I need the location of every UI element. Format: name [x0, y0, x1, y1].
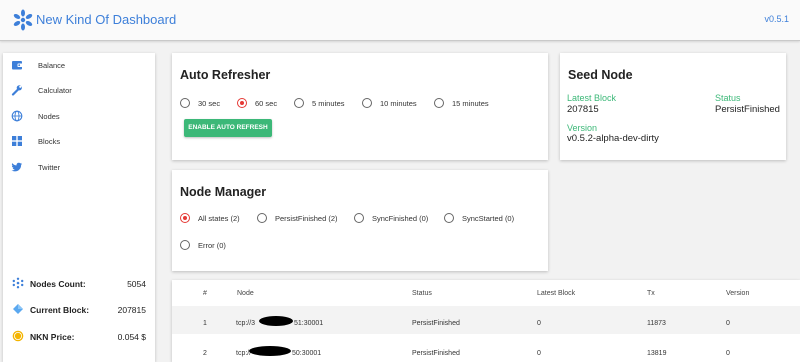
- radio-checked-icon: [237, 98, 247, 108]
- status-value: PersistFinished: [715, 104, 780, 115]
- radio-unchecked-icon: [180, 98, 190, 108]
- cell-node-suffix: 50:30001: [292, 350, 322, 357]
- column-header-index: #: [203, 290, 207, 297]
- sidebar-item-twitter[interactable]: Twitter: [3, 156, 155, 180]
- auto-refresher-card: Auto Refresher: [172, 53, 548, 160]
- radio-checked-icon: [180, 213, 190, 223]
- nodes-count-label: Nodes Count:: [30, 279, 86, 289]
- current-block-label: Current Block:: [30, 305, 90, 315]
- auto-refresher-title: Auto Refresher: [180, 68, 271, 82]
- radio-label: All states (2): [198, 214, 240, 223]
- coin-icon: [12, 330, 24, 342]
- radio-unchecked-icon: [434, 98, 444, 108]
- column-header-node: Node: [237, 290, 254, 297]
- cell-tx: 11873: [647, 320, 666, 327]
- globe-icon: [11, 110, 23, 122]
- sidebar-item-label: Blocks: [38, 137, 61, 146]
- app-version: v0.5.1: [764, 14, 789, 24]
- column-header-status: Status: [412, 290, 432, 297]
- wrench-icon: [11, 85, 22, 96]
- radio-label: PersistFinished (2): [275, 214, 338, 223]
- blocks-icon: [12, 136, 22, 146]
- app-title: New Kind Of Dashboard: [36, 12, 177, 27]
- radio-label: 10 minutes: [380, 99, 417, 108]
- nodes-count-stat: Nodes Count: 5054: [3, 275, 155, 293]
- wallet-icon: [12, 61, 23, 70]
- current-block-value: 207815: [117, 305, 146, 315]
- radio-label: 5 minutes: [312, 99, 345, 108]
- sidebar-item-label: Calculator: [38, 86, 72, 95]
- sidebar: Balance Calculator Nodes Blocks Twitter: [3, 53, 155, 362]
- radio-unchecked-icon: [444, 213, 454, 223]
- radio-label: 30 sec: [198, 99, 221, 108]
- cell-status: PersistFinished: [412, 320, 460, 327]
- version-value: v0.5.2-alpha-dev-dirty: [567, 133, 659, 144]
- cell-version: 0: [726, 350, 730, 357]
- column-header-latest-block: Latest Block: [537, 290, 576, 297]
- current-block-stat: Current Block: 207815: [3, 301, 155, 319]
- cell-version: 0: [726, 320, 730, 327]
- column-header-version: Version: [726, 290, 750, 297]
- sidebar-item-calculator[interactable]: Calculator: [3, 79, 155, 103]
- twitter-icon: [11, 162, 22, 172]
- radio-label: 15 minutes: [452, 99, 489, 108]
- seed-node-card: Seed Node Latest Block 207815 Status Per…: [560, 53, 786, 160]
- sidebar-item-label: Balance: [38, 61, 66, 70]
- cell-tx: 13819: [647, 350, 667, 357]
- top-app-bar: New Kind Of Dashboard v0.5.1: [0, 0, 800, 41]
- radio-label: SyncStarted (0): [462, 214, 515, 223]
- nkn-price-label: NKN Price:: [30, 332, 75, 342]
- nkn-price-value: 0.054 $: [117, 332, 146, 342]
- cell-index: 2: [203, 350, 207, 357]
- latest-block-value: 207815: [567, 104, 599, 115]
- nkn-logo-icon: [13, 9, 33, 31]
- cell-node-prefix: tcp://3: [236, 320, 256, 327]
- seed-node-title: Seed Node: [568, 68, 633, 82]
- radio-unchecked-icon: [354, 213, 364, 223]
- redaction-mark: [249, 346, 291, 356]
- cell-latest-block: 0: [537, 350, 541, 357]
- radio-label: Error (0): [198, 241, 226, 250]
- enable-auto-refresh-button[interactable]: ENABLE AUTO REFRESH: [184, 119, 272, 137]
- sidebar-item-balance[interactable]: Balance: [3, 54, 155, 78]
- radio-unchecked-icon: [294, 98, 304, 108]
- nodes-count-value: 5054: [127, 279, 146, 289]
- radio-label: SyncFinished (0): [372, 214, 429, 223]
- cell-node-suffix: 51:30001: [294, 320, 324, 327]
- version-label: Version: [567, 123, 598, 133]
- block-icon: [13, 304, 23, 314]
- radio-label: 60 sec: [255, 99, 278, 108]
- latest-block-label: Latest Block: [567, 93, 617, 103]
- column-header-tx: Tx: [647, 290, 655, 297]
- sidebar-item-blocks[interactable]: Blocks: [3, 130, 155, 154]
- nodes-icon: [12, 277, 24, 289]
- nkn-price-stat: NKN Price: 0.054 $: [3, 328, 155, 346]
- sidebar-item-nodes[interactable]: Nodes: [3, 105, 155, 129]
- node-manager-title: Node Manager: [180, 185, 267, 199]
- cell-index: 1: [203, 320, 207, 327]
- cell-latest-block: 0: [537, 320, 541, 327]
- radio-unchecked-icon: [180, 240, 190, 250]
- status-label: Status: [715, 93, 741, 103]
- sidebar-item-label: Twitter: [38, 163, 61, 172]
- radio-unchecked-icon: [257, 213, 267, 223]
- radio-unchecked-icon: [362, 98, 372, 108]
- redaction-mark: [259, 316, 293, 326]
- sidebar-item-label: Nodes: [38, 112, 60, 121]
- cell-status: PersistFinished: [412, 350, 460, 357]
